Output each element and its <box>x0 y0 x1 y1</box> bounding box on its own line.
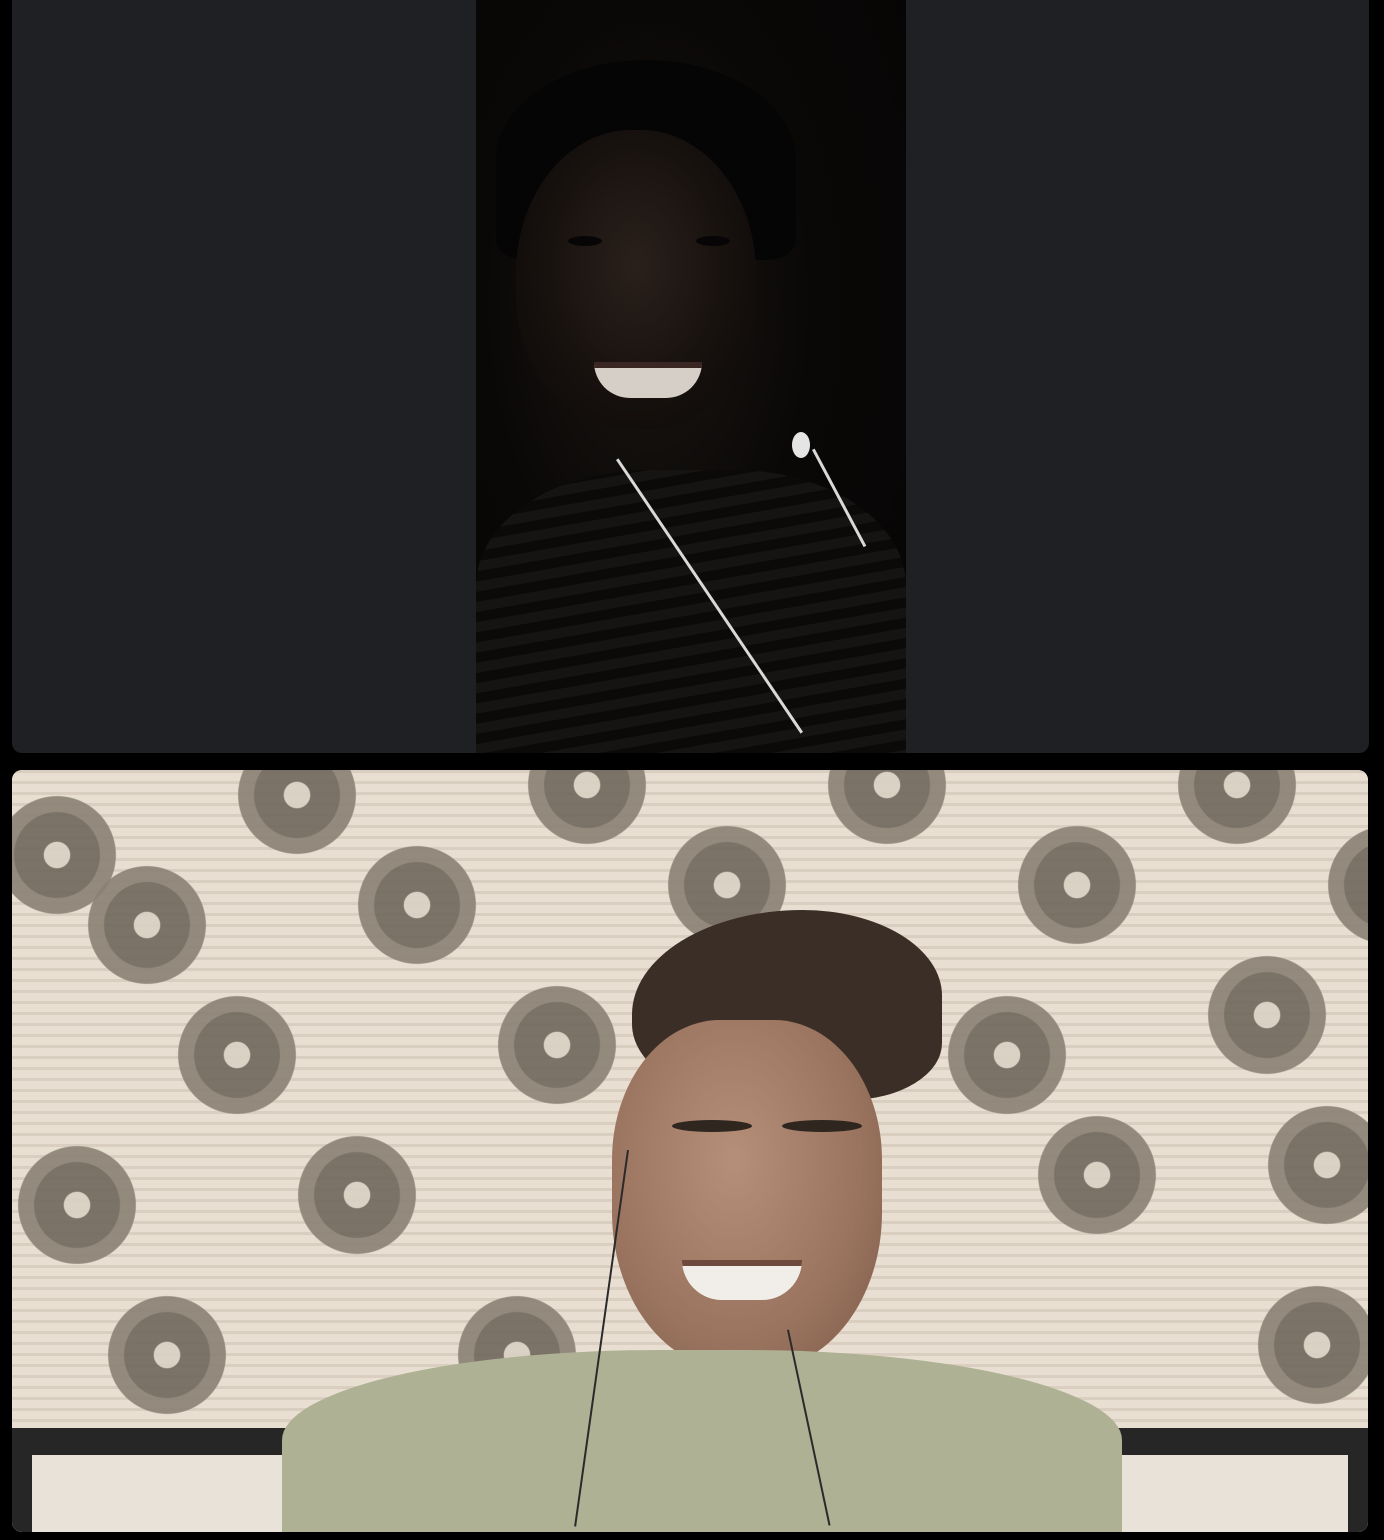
participant-video-bottom <box>282 910 1122 1532</box>
participant-brow-right <box>782 1120 862 1132</box>
participant-brow-left <box>672 1120 752 1132</box>
participant-eye-right <box>696 236 730 246</box>
participant-tile-bottom[interactable] <box>12 770 1368 1532</box>
video-call-screen <box>0 0 1384 1540</box>
earbud-right <box>792 432 810 458</box>
participant-shirt <box>282 1350 1122 1532</box>
participant-eye-left <box>568 236 602 246</box>
participant-shirt <box>476 470 906 753</box>
participant-video-top <box>476 0 906 753</box>
participant-face <box>612 1020 882 1370</box>
participant-tile-top[interactable] <box>12 0 1369 753</box>
